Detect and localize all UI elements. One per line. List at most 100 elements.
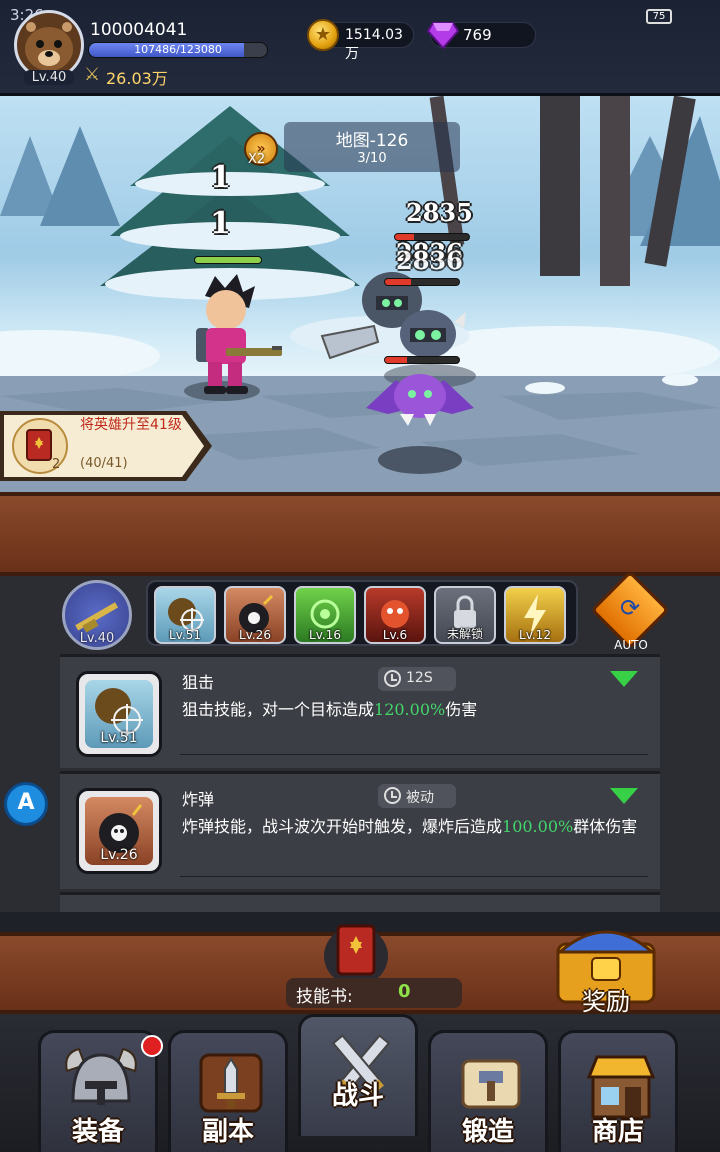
weapon-slot[interactable]: Lv.40 [62, 580, 132, 650]
nav-label: 商店 [591, 1117, 644, 1147]
quest-reward-count: 2 [52, 457, 61, 472]
skill-slot-level: Lv.16 [309, 628, 341, 642]
divider [180, 754, 648, 755]
nav-label: 战斗 [331, 1081, 384, 1111]
enemy-hp-bar [384, 356, 460, 364]
reward-label: 奖励 [582, 988, 630, 1016]
skill-desc-text: 炸弹技能，战斗波次开始时触发，爆炸后造成 [182, 817, 503, 836]
skill-slot-level: Lv.51 [169, 628, 201, 642]
skill-card-sniper[interactable]: Lv.51 狙击 12S 狙击技能，对一个目标造成120.00%伤害 [60, 654, 660, 768]
skill-desc-text: 狙击技能，对一个目标造成 [182, 700, 375, 719]
nav-battle[interactable]: 战斗 [298, 1014, 418, 1136]
enemy-hp-fill [395, 234, 414, 240]
map-title: 地图-126 [335, 131, 409, 151]
skill-cooldown: 被动 [406, 790, 434, 806]
enemy-damage-number: 2836 [396, 246, 463, 275]
skill-desc-value: 100.00% [502, 817, 574, 836]
skill-name: 炸弹 [182, 790, 215, 809]
gold-coin-icon: ★ [307, 19, 339, 51]
skill-description: 炸弹技能，战斗波次开始时触发，爆炸后造成100.00%群体伤害 [182, 816, 652, 838]
gem-counter[interactable]: 769 [427, 22, 536, 49]
skill-cooldown: 12S [406, 670, 433, 686]
divider [180, 876, 648, 877]
nav-label: 锻造 [461, 1117, 514, 1147]
bottom-nav: 装备 副本 战斗 锻造 商店 [0, 1014, 720, 1152]
hero-hp-bar [194, 256, 262, 264]
skill-slot-lightning[interactable]: Lv.12 [504, 586, 566, 644]
sniper-skill-icon: Lv.51 [85, 680, 153, 748]
wood-divider [0, 492, 720, 576]
battery-indicator: 75 [646, 9, 672, 24]
gem-icon [427, 22, 459, 49]
skill-book-counter: 技能书: 0 [286, 978, 462, 1008]
bear-avatar-icon [22, 18, 76, 71]
crossed-swords-icon: ⚔ [84, 64, 101, 85]
skill-slot-sniper[interactable]: Lv.51 [154, 586, 216, 644]
skill-slot-bar: Lv.51 Lv.26 Lv.16 Lv.6 未解锁 Lv.12 [146, 580, 578, 646]
skill-slot-locked[interactable]: 未解锁 [434, 586, 496, 644]
skill-card-icon: Lv.26 [76, 788, 162, 874]
expand-triangle-icon[interactable] [610, 671, 638, 687]
skill-card-partial[interactable] [60, 892, 660, 912]
skill-name: 狙击 [182, 673, 215, 692]
skill-slot-level: Lv.12 [519, 628, 551, 642]
player-id: 100004041 [90, 20, 188, 40]
skill-book-value: 0 [398, 981, 411, 1002]
skill-desc-text: 伤害 [445, 700, 478, 719]
enemy-hp-bar [394, 233, 470, 241]
battle-scene: » X2 地图-126 3/10 1 1 2835 2836 2836 2 将英… [0, 96, 720, 492]
nav-label: 副本 [201, 1117, 254, 1147]
exp-bar: 107486/123080 [88, 42, 268, 58]
enemy-hp-bar [384, 278, 460, 286]
skill-card-level: Lv.26 [100, 847, 138, 863]
nav-dungeon[interactable]: 副本 [168, 1030, 288, 1152]
notification-badge [141, 1035, 163, 1057]
clock-icon [384, 670, 401, 687]
skill-book-icon [324, 924, 388, 986]
nav-forge[interactable]: 锻造 [428, 1030, 548, 1152]
clock-icon [384, 787, 401, 804]
skill-description: 狙击技能，对一个目标造成120.00%伤害 [182, 699, 652, 721]
enemy-damage-number: 2835 [406, 198, 473, 227]
skill-slot-level: 未解锁 [446, 627, 483, 641]
enemy-hp-fill [385, 357, 408, 363]
skill-cooldown-badge: 被动 [378, 784, 456, 808]
combat-power: 26.03万 [106, 69, 168, 88]
top-status-bar: 3:26 Lv.40 100004041 107486/123080 ⚔ 26.… [0, 0, 720, 96]
skill-slot-red[interactable]: Lv.6 [364, 586, 426, 644]
skill-card-bomb[interactable]: Lv.26 炸弹 被动 炸弹技能，战斗波次开始时触发，爆炸后造成100.00%群… [60, 771, 660, 889]
player-level: Lv.40 [24, 70, 74, 85]
skill-cooldown-badge: 12S [378, 667, 456, 691]
hero-damage-number: 1 [210, 206, 231, 241]
skill-card-level: Lv.51 [100, 730, 138, 746]
gold-value: 1514.03万 [345, 27, 403, 62]
quest-banner[interactable]: 2 将英雄升至41级 (40/41) [0, 409, 212, 483]
nav-label: 装备 [71, 1117, 124, 1147]
skills-panel: Lv.40 Lv.51 Lv.26 Lv.16 Lv.6 未解锁 Lv.12 ⟳… [0, 570, 720, 912]
map-info-panel: 地图-126 3/10 [284, 122, 460, 172]
bomb-skill-icon: Lv.26 [85, 797, 153, 865]
quest-progress: (40/41) [80, 456, 128, 471]
hero-hp-fill [195, 257, 261, 263]
skill-book-label: 技能书: [296, 987, 353, 1007]
exp-text: 107486/123080 [134, 43, 222, 56]
hero-damage-number: 1 [210, 160, 231, 195]
wave-counter: 3/10 [357, 151, 387, 166]
skill-desc-value: 120.00% [374, 700, 446, 719]
gold-counter[interactable]: ★ 1514.03万 [307, 19, 414, 62]
skill-slot-level: Lv.26 [239, 628, 271, 642]
auto-refresh-icon: ⟳ [619, 594, 641, 622]
expand-triangle-icon[interactable] [610, 788, 638, 804]
auto-a-icon[interactable]: A [4, 782, 48, 826]
skill-card-icon: Lv.51 [76, 671, 162, 757]
auto-label: AUTO [614, 638, 648, 652]
enemy-hp-fill [385, 279, 411, 285]
skill-desc-text: 群体伤害 [573, 817, 638, 836]
skill-slot-green[interactable]: Lv.16 [294, 586, 356, 644]
speed-label: X2 [248, 152, 266, 167]
skill-slot-bomb[interactable]: Lv.26 [224, 586, 286, 644]
nav-equipment[interactable]: 装备 [38, 1030, 163, 1152]
gem-value: 769 [463, 26, 492, 44]
skill-slot-level: Lv.6 [382, 628, 408, 642]
nav-shop[interactable]: 商店 [558, 1030, 678, 1152]
